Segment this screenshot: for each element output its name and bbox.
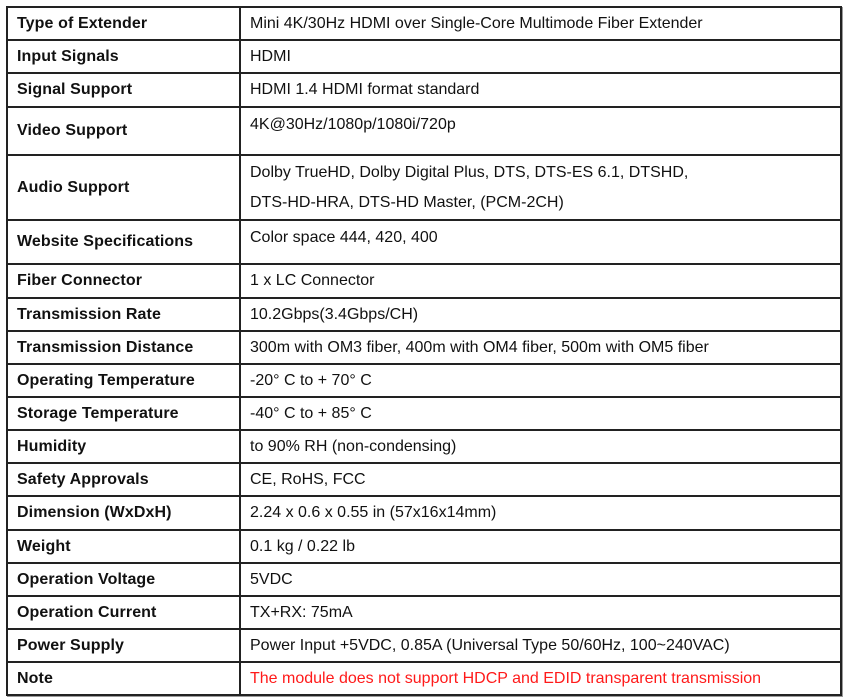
row-label: Storage Temperature — [6, 396, 241, 431]
row-value: Color space 444, 420, 400 — [239, 219, 842, 265]
table-row: Audio Support Dolby TrueHD, Dolby Digita… — [6, 154, 842, 221]
table-row: Transmission Distance 300m with OM3 fibe… — [6, 330, 842, 365]
row-value: 4K@30Hz/1080p/1080i/720p — [239, 106, 842, 156]
row-value: TX+RX: 75mA — [239, 595, 842, 630]
table-row: Operation Current TX+RX: 75mA — [6, 595, 842, 630]
row-label: Website Specifications — [6, 219, 241, 265]
table-row: Dimension (WxDxH) 2.24 x 0.6 x 0.55 in (… — [6, 495, 842, 531]
row-label: Video Support — [6, 106, 241, 156]
row-value: Power Input +5VDC, 0.85A (Universal Type… — [239, 628, 842, 663]
row-label: Humidity — [6, 429, 241, 464]
row-value: -40° C to + 85° C — [239, 396, 842, 431]
table-row: Signal Support HDMI 1.4 HDMI format stan… — [6, 72, 842, 108]
table-row: Fiber Connector 1 x LC Connector — [6, 263, 842, 299]
row-label: Weight — [6, 529, 241, 564]
row-label: Audio Support — [6, 154, 241, 221]
row-value: Mini 4K/30Hz HDMI over Single-Core Multi… — [239, 6, 842, 41]
row-label: Operating Temperature — [6, 363, 241, 398]
row-value-line: DTS-HD-HRA, DTS-HD Master, (PCM-2CH) — [250, 193, 564, 211]
table-row: Input Signals HDMI — [6, 39, 842, 74]
row-value: Dolby TrueHD, Dolby Digital Plus, DTS, D… — [239, 154, 842, 221]
row-value: 2.24 x 0.6 x 0.55 in (57x16x14mm) — [239, 495, 842, 531]
row-value: 0.1 kg / 0.22 lb — [239, 529, 842, 564]
row-label: Note — [6, 661, 241, 696]
row-label: Fiber Connector — [6, 263, 241, 299]
row-label: Transmission Rate — [6, 297, 241, 332]
row-value-line: Dolby TrueHD, Dolby Digital Plus, DTS, D… — [250, 163, 689, 181]
table-row: Type of Extender Mini 4K/30Hz HDMI over … — [6, 6, 842, 41]
table-row: Website Specifications Color space 444, … — [6, 219, 842, 265]
row-label: Input Signals — [6, 39, 241, 74]
row-value: 300m with OM3 fiber, 400m with OM4 fiber… — [239, 330, 842, 365]
table-row: Note The module does not support HDCP an… — [6, 661, 842, 696]
row-label: Operation Current — [6, 595, 241, 630]
row-value: 10.2Gbps(3.4Gbps/CH) — [239, 297, 842, 332]
table-row: Humidity to 90% RH (non-condensing) — [6, 429, 842, 464]
row-value: to 90% RH (non-condensing) — [239, 429, 842, 464]
table-row: Weight 0.1 kg / 0.22 lb — [6, 529, 842, 564]
row-label: Type of Extender — [6, 6, 241, 41]
row-value: 5VDC — [239, 562, 842, 597]
table-row: Operation Voltage 5VDC — [6, 562, 842, 597]
table-row: Video Support 4K@30Hz/1080p/1080i/720p — [6, 106, 842, 156]
specifications-table: Type of Extender Mini 4K/30Hz HDMI over … — [6, 6, 842, 696]
table-row: Power Supply Power Input +5VDC, 0.85A (U… — [6, 628, 842, 663]
row-label: Power Supply — [6, 628, 241, 663]
row-label: Transmission Distance — [6, 330, 241, 365]
note-value: The module does not support HDCP and EDI… — [239, 661, 842, 696]
row-label: Dimension (WxDxH) — [6, 495, 241, 531]
table-row: Storage Temperature -40° C to + 85° C — [6, 396, 842, 431]
table-row: Safety Approvals CE, RoHS, FCC — [6, 462, 842, 497]
table-row: Operating Temperature -20° C to + 70° C — [6, 363, 842, 398]
row-value: CE, RoHS, FCC — [239, 462, 842, 497]
row-label: Safety Approvals — [6, 462, 241, 497]
row-value: HDMI — [239, 39, 842, 74]
row-label: Signal Support — [6, 72, 241, 108]
row-value: -20° C to + 70° C — [239, 363, 842, 398]
row-value: 1 x LC Connector — [239, 263, 842, 299]
row-label: Operation Voltage — [6, 562, 241, 597]
row-value: HDMI 1.4 HDMI format standard — [239, 72, 842, 108]
table-row: Transmission Rate 10.2Gbps(3.4Gbps/CH) — [6, 297, 842, 332]
